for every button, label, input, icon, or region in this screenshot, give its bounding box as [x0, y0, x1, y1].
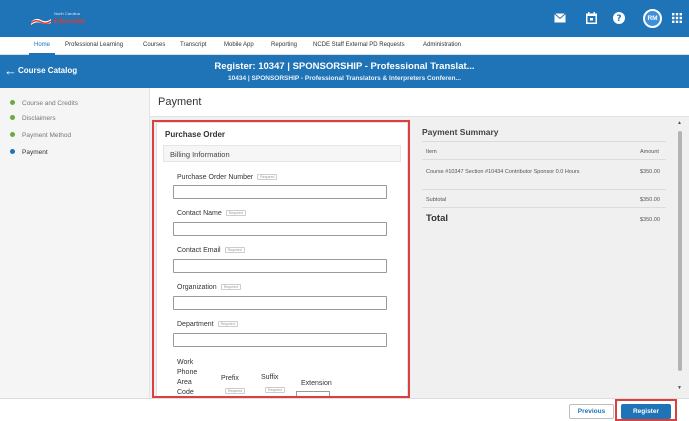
step-payment[interactable]: Payment: [10, 149, 48, 156]
divider: [422, 207, 666, 208]
item-column-header: Item: [426, 149, 437, 155]
line-item-amount: $350.00: [640, 169, 660, 175]
divider: [422, 141, 666, 142]
main-nav: Home Professional Learning Courses Trans…: [0, 37, 689, 55]
previous-button[interactable]: Previous: [569, 404, 614, 419]
nav-professional-learning[interactable]: Professional Learning: [65, 42, 123, 48]
step-disclaimers[interactable]: Disclaimers: [10, 115, 56, 122]
nav-reporting[interactable]: Reporting: [271, 42, 297, 48]
scrollbar[interactable]: ▲ ▼: [677, 117, 684, 398]
course-title-band: ← Course Catalog Register: 10347 | SPONS…: [0, 55, 689, 88]
nav-mobile-app[interactable]: Mobile App: [224, 42, 254, 48]
line-item-description: Course #10347 Section #10434 Contributor…: [426, 169, 580, 175]
billing-information-title: Billing Information: [170, 150, 230, 159]
svg-text:?: ?: [616, 14, 621, 24]
organization-label: Organization Required: [177, 284, 241, 291]
footer-bar: Previous Register: [0, 398, 689, 421]
extension-input[interactable]: [296, 391, 330, 397]
help-icon[interactable]: ?: [612, 11, 626, 25]
contact-email-label: Contact Email Required: [177, 247, 245, 254]
divider: [422, 159, 666, 160]
step-complete-icon: [10, 132, 15, 137]
nav-ncde-staff-pd-requests[interactable]: NCDE Staff External PD Requests: [313, 42, 405, 48]
avatar[interactable]: RM: [643, 9, 662, 28]
subtotal-amount: $350.00: [640, 197, 660, 203]
scroll-down-icon[interactable]: ▼: [677, 385, 682, 391]
step-label: Payment: [22, 149, 48, 156]
logo-title-text: Education: [54, 17, 85, 25]
register-button[interactable]: Register: [621, 404, 671, 419]
suffix-label: Suffix: [261, 374, 279, 381]
step-payment-method[interactable]: Payment Method: [10, 132, 71, 139]
flag-logo-icon: [30, 18, 52, 25]
total-label: Total: [426, 213, 448, 224]
step-complete-icon: [10, 100, 15, 105]
payment-summary-panel: Payment Summary Item Amount Course #1034…: [414, 122, 674, 398]
mail-icon[interactable]: [553, 11, 567, 25]
divider: [422, 189, 666, 190]
top-header: North Carolina Education ? RM: [0, 0, 689, 37]
required-tag: Required: [220, 284, 241, 290]
extension-label: Extension: [301, 380, 332, 387]
required-tag: Required: [225, 388, 246, 394]
work-phone-area-code-label: Work Phone Area Code: [177, 359, 198, 396]
purchase-order-panel: Purchase Order Billing Information Purch…: [156, 122, 408, 398]
steps-sidebar: Course and Credits Disclaimers Payment M…: [0, 88, 150, 398]
logo[interactable]: North Carolina Education: [30, 10, 92, 30]
step-label: Disclaimers: [22, 115, 56, 122]
scroll-up-icon[interactable]: ▲: [677, 120, 682, 126]
amount-column-header: Amount: [640, 149, 659, 155]
step-current-icon: [10, 149, 15, 154]
nav-courses[interactable]: Courses: [143, 42, 165, 48]
required-tag: Required: [217, 321, 238, 327]
organization-input[interactable]: [173, 296, 387, 310]
department-label: Department Required: [177, 321, 238, 328]
grid-icon[interactable]: [670, 11, 684, 25]
contact-email-input[interactable]: [173, 259, 387, 273]
payment-summary-title: Payment Summary: [422, 127, 499, 137]
nav-administration[interactable]: Administration: [423, 42, 461, 48]
scrollbar-thumb[interactable]: [678, 131, 682, 371]
required-tag: Required: [224, 247, 245, 253]
nav-transcript[interactable]: Transcript: [180, 42, 206, 48]
contact-name-label: Contact Name Required: [177, 210, 246, 217]
register-title: Register: 10347 | SPONSORSHIP - Professi…: [214, 61, 475, 72]
step-label: Course and Credits: [22, 100, 78, 107]
register-subtitle: 10434 | SPONSORSHIP - Professional Trans…: [228, 75, 461, 82]
required-tag: Required: [225, 210, 246, 216]
required-tag: Required: [265, 387, 286, 393]
po-number-input[interactable]: [173, 185, 387, 199]
department-input[interactable]: [173, 333, 387, 347]
nav-home[interactable]: Home: [34, 42, 50, 48]
purchase-order-title: Purchase Order: [165, 130, 226, 139]
required-tag: Required: [257, 174, 278, 180]
step-label: Payment Method: [22, 132, 72, 139]
po-number-label: Purchase Order Number Required: [177, 174, 278, 181]
step-complete-icon: [10, 115, 15, 120]
calendar-icon[interactable]: [584, 11, 598, 25]
total-amount: $350.00: [640, 217, 660, 223]
billing-information-section: Billing Information: [163, 145, 401, 162]
page-title: Payment: [158, 96, 202, 108]
prefix-label: Prefix: [221, 375, 239, 382]
step-course-and-credits[interactable]: Course and Credits: [10, 100, 78, 107]
logo-state-text: North Carolina: [54, 11, 80, 16]
contact-name-input[interactable]: [173, 222, 387, 236]
subtotal-label: Subtotal: [426, 197, 447, 203]
